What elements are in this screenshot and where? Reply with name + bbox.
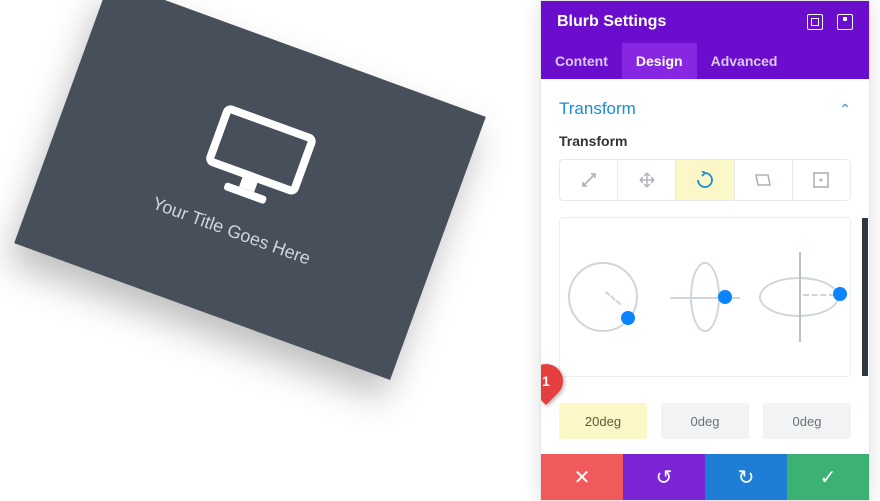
panel-tabs: Content Design Advanced [541, 43, 869, 79]
rotate-x-control[interactable] [757, 247, 847, 347]
monitor-icon [196, 102, 319, 215]
undo-icon: ↺ [656, 465, 673, 490]
tab-advanced[interactable]: Advanced [697, 43, 792, 79]
redo-icon: ↻ [738, 465, 755, 490]
rotate-y-control[interactable] [660, 247, 750, 347]
tab-design[interactable]: Design [622, 43, 697, 79]
panel-title: Blurb Settings [557, 13, 666, 31]
rotate-y-value[interactable]: 0deg [661, 403, 749, 439]
transform-label: Transform [559, 133, 851, 149]
origin-icon [813, 172, 829, 188]
panel-body: Transform ⌃ Transform [541, 79, 869, 454]
mode-move[interactable] [560, 160, 618, 200]
rotation-controls [559, 217, 851, 377]
rotate-z-value[interactable]: 20deg [559, 403, 647, 439]
panel-footer: ✕ ↺ ↻ ✓ [541, 454, 869, 500]
transform-mode-bar [559, 159, 851, 201]
expand-icon[interactable] [807, 14, 823, 30]
snap-icon[interactable] [837, 14, 853, 30]
rotate-icon [696, 171, 714, 189]
section-toggle-row[interactable]: Transform ⌃ [559, 93, 851, 133]
close-button[interactable]: ✕ [541, 454, 623, 500]
undo-button[interactable]: ↺ [623, 454, 705, 500]
rotation-values-row: 20deg 0deg 0deg [559, 403, 851, 439]
rotate-z-handle[interactable] [621, 311, 635, 325]
mode-translate[interactable] [618, 160, 676, 200]
mode-origin[interactable] [793, 160, 850, 200]
redo-button[interactable]: ↻ [705, 454, 787, 500]
arrows-diagonal-icon [581, 172, 597, 188]
move-cross-icon [639, 172, 655, 188]
confirm-button[interactable]: ✓ [787, 454, 869, 500]
rotate-y-handle[interactable] [718, 290, 732, 304]
rotate-x-handle[interactable] [833, 287, 847, 301]
panel-header: Blurb Settings Content Design Advanced [541, 1, 869, 79]
section-title: Transform [559, 99, 636, 119]
skew-icon [754, 173, 772, 187]
rotate-x-value[interactable]: 0deg [763, 403, 851, 439]
blurb-preview-card: Your Title Goes Here [14, 0, 486, 380]
chevron-up-icon: ⌃ [839, 101, 851, 118]
check-icon: ✓ [820, 465, 837, 490]
mode-rotate[interactable] [676, 160, 734, 200]
settings-panel: Blurb Settings Content Design Advanced T… [540, 0, 870, 501]
annotation-number: 1 [542, 373, 550, 389]
mode-skew[interactable] [735, 160, 793, 200]
tab-content[interactable]: Content [541, 43, 622, 79]
close-icon: ✕ [574, 465, 591, 490]
preview-stage: Your Title Goes Here [0, 0, 540, 501]
rotate-z-control[interactable] [563, 247, 653, 347]
